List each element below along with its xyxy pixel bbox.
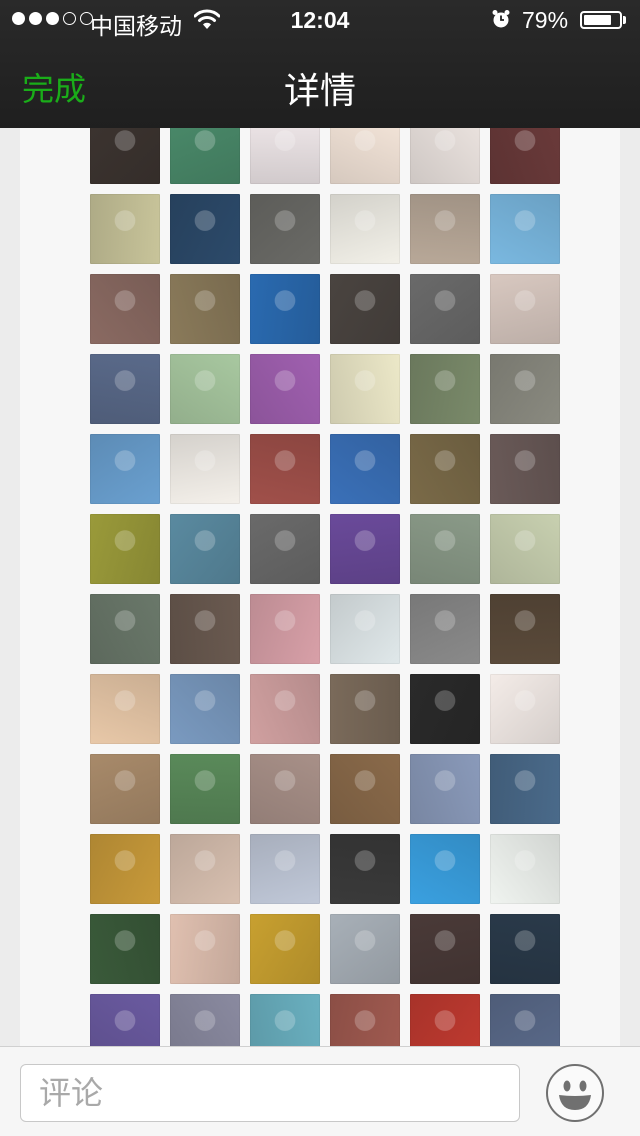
emoji-icon (559, 1080, 591, 1110)
member-avatar[interactable] (330, 128, 400, 184)
member-avatar[interactable] (170, 128, 240, 184)
member-avatar[interactable] (170, 994, 240, 1046)
member-avatar[interactable] (410, 834, 480, 904)
member-avatar[interactable] (330, 594, 400, 664)
member-avatar[interactable] (250, 128, 320, 184)
member-avatar[interactable] (90, 194, 160, 264)
member-list-panel[interactable] (20, 128, 620, 1046)
member-avatar[interactable] (330, 274, 400, 344)
emoji-button[interactable] (546, 1064, 604, 1122)
member-avatar[interactable] (250, 514, 320, 584)
member-avatar[interactable] (490, 914, 560, 984)
avatar-grid (90, 128, 560, 1046)
navigation-bar: 完成 详情 (0, 40, 640, 128)
member-avatar[interactable] (490, 514, 560, 584)
member-avatar[interactable] (330, 994, 400, 1046)
member-avatar[interactable] (490, 128, 560, 184)
member-avatar[interactable] (490, 754, 560, 824)
member-avatar[interactable] (90, 754, 160, 824)
member-avatar[interactable] (490, 274, 560, 344)
comment-input[interactable] (20, 1064, 520, 1122)
member-avatar[interactable] (490, 834, 560, 904)
member-avatar[interactable] (410, 128, 480, 184)
member-avatar[interactable] (410, 674, 480, 744)
member-avatar[interactable] (490, 434, 560, 504)
member-avatar[interactable] (410, 194, 480, 264)
member-avatar[interactable] (250, 914, 320, 984)
member-avatar[interactable] (90, 128, 160, 184)
member-avatar[interactable] (330, 834, 400, 904)
alarm-icon (492, 10, 510, 28)
member-avatar[interactable] (410, 914, 480, 984)
member-avatar[interactable] (90, 674, 160, 744)
member-avatar[interactable] (90, 594, 160, 664)
member-avatar[interactable] (170, 194, 240, 264)
comment-bar (0, 1046, 640, 1136)
member-avatar[interactable] (250, 994, 320, 1046)
top-bar: 中国移动 12:04 79% 完成 详情 (0, 0, 640, 128)
member-avatar[interactable] (170, 754, 240, 824)
member-avatar[interactable] (90, 434, 160, 504)
battery-tip (623, 16, 626, 24)
member-avatar[interactable] (330, 194, 400, 264)
member-avatar[interactable] (330, 674, 400, 744)
member-avatar[interactable] (410, 754, 480, 824)
member-avatar[interactable] (250, 274, 320, 344)
member-avatar[interactable] (410, 274, 480, 344)
member-avatar[interactable] (250, 674, 320, 744)
member-avatar[interactable] (250, 594, 320, 664)
member-avatar[interactable] (330, 754, 400, 824)
member-avatar[interactable] (490, 354, 560, 424)
member-avatar[interactable] (170, 274, 240, 344)
member-avatar[interactable] (90, 514, 160, 584)
member-avatar[interactable] (250, 434, 320, 504)
member-avatar[interactable] (250, 754, 320, 824)
page: 中国移动 12:04 79% 完成 详情 (0, 0, 640, 1136)
member-avatar[interactable] (90, 354, 160, 424)
member-avatar[interactable] (410, 594, 480, 664)
member-avatar[interactable] (410, 354, 480, 424)
member-avatar[interactable] (250, 194, 320, 264)
battery-icon (580, 11, 622, 29)
member-avatar[interactable] (490, 994, 560, 1046)
member-avatar[interactable] (410, 994, 480, 1046)
status-bar: 中国移动 12:04 79% (0, 0, 640, 40)
member-avatar[interactable] (330, 354, 400, 424)
member-avatar[interactable] (490, 194, 560, 264)
member-avatar[interactable] (90, 994, 160, 1046)
member-avatar[interactable] (170, 914, 240, 984)
battery-level-fill (584, 15, 611, 25)
member-avatar[interactable] (170, 354, 240, 424)
member-avatar[interactable] (170, 594, 240, 664)
member-avatar[interactable] (250, 354, 320, 424)
member-avatar[interactable] (250, 834, 320, 904)
battery-percentage: 79% (522, 7, 569, 33)
member-avatar[interactable] (170, 834, 240, 904)
member-avatar[interactable] (170, 674, 240, 744)
member-avatar[interactable] (330, 914, 400, 984)
page-title: 详情 (283, 70, 356, 111)
member-avatar[interactable] (90, 834, 160, 904)
member-avatar[interactable] (330, 434, 400, 504)
member-avatar[interactable] (170, 514, 240, 584)
member-avatar[interactable] (410, 434, 480, 504)
member-avatar[interactable] (490, 674, 560, 744)
member-avatar[interactable] (90, 914, 160, 984)
member-avatar[interactable] (90, 274, 160, 344)
member-avatar[interactable] (330, 514, 400, 584)
member-avatar[interactable] (170, 434, 240, 504)
member-avatar[interactable] (490, 594, 560, 664)
member-avatar[interactable] (410, 514, 480, 584)
